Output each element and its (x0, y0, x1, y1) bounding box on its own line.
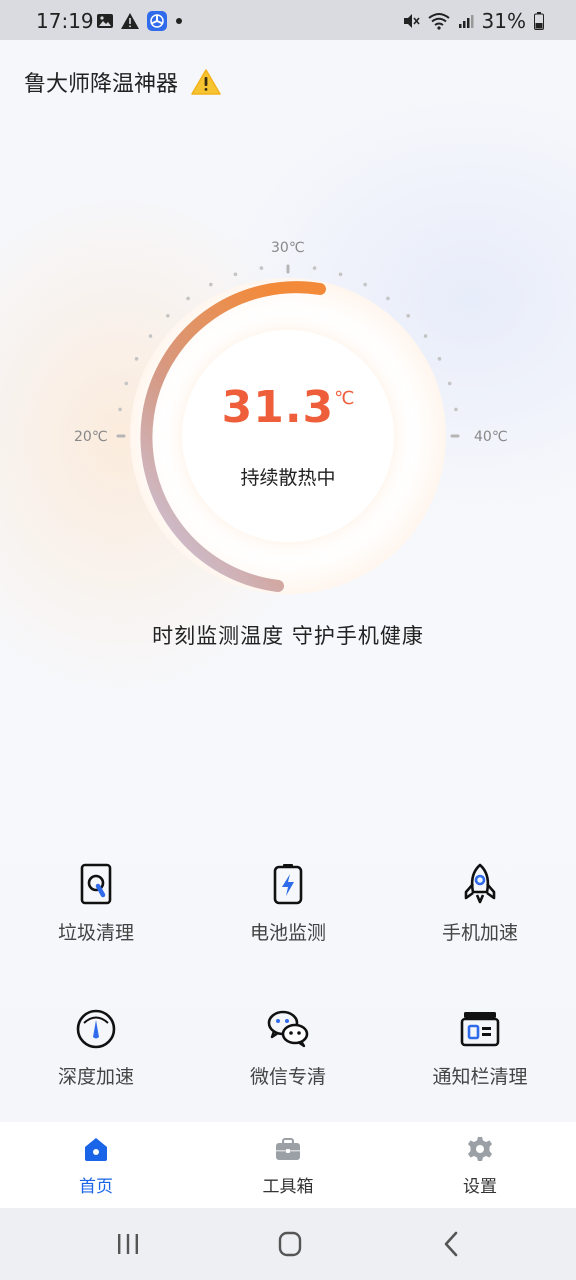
nav-label: 首页 (79, 1177, 113, 1197)
home-icon (85, 1138, 107, 1161)
recent-apps-icon[interactable] (108, 1228, 148, 1260)
tool-trash-clean[interactable]: 垃圾清理 (0, 862, 192, 972)
gauge-center (182, 330, 394, 542)
status-bar: 17:19 31% (0, 0, 576, 40)
app-title: 鲁大师降温神器 (24, 72, 179, 97)
bottom-navigation: 首页 工具箱 设置 (0, 1122, 576, 1208)
home-button-icon[interactable] (270, 1228, 310, 1260)
gauge-tick (148, 334, 153, 338)
nav-label: 工具箱 (262, 1177, 314, 1197)
back-icon[interactable] (432, 1228, 472, 1260)
fan-app-icon (147, 11, 167, 31)
system-navigation-bar (0, 1208, 576, 1280)
status-right-icons: 31% (402, 9, 544, 33)
rocket-icon (464, 863, 496, 904)
tool-deep-boost[interactable]: 深度加速 (0, 1006, 192, 1116)
gauge-tick (209, 282, 213, 287)
gauge-tick (233, 272, 238, 277)
tool-wechat-clean[interactable]: 微信专清 (192, 1006, 384, 1116)
settings-icon (468, 1137, 492, 1161)
tool-label: 微信专清 (249, 1066, 326, 1088)
temperature-value: 31.3 (221, 382, 335, 433)
gauge-tick (165, 313, 170, 318)
gauge-tick (363, 282, 367, 287)
tool-label: 深度加速 (57, 1066, 134, 1088)
trash-clean-icon (80, 863, 112, 905)
tool-label: 手机加速 (441, 922, 518, 944)
tool-label: 垃圾清理 (57, 922, 134, 944)
tool-phone-boost[interactable]: 手机加速 (384, 862, 576, 972)
gauge-tick (259, 266, 264, 270)
temperature-unit: ℃ (334, 388, 355, 409)
notification-bar-icon (460, 1012, 500, 1047)
mute-icon (403, 14, 420, 28)
tick-label-mid: 30℃ (271, 240, 305, 256)
nav-settings[interactable]: 设置 (384, 1122, 576, 1208)
battery-status-icon (534, 12, 544, 30)
alert-triangle-icon (121, 13, 139, 29)
battery-percent: 31% (481, 9, 526, 33)
temperature-readout: 31.3℃ (0, 382, 576, 433)
speedometer-icon (76, 1009, 116, 1049)
battery-icon (273, 864, 303, 905)
tool-label: 电池监测 (249, 922, 326, 944)
tool-battery[interactable]: 电池监测 (192, 862, 384, 972)
status-time: 17:19 (36, 9, 94, 33)
gauge-tick (437, 357, 442, 361)
app-header: 鲁大师降温神器 (24, 66, 222, 98)
signal-icon (458, 15, 474, 28)
tool-notification-clean[interactable]: 通知栏清理 (384, 1006, 576, 1116)
toolbox-icon (276, 1138, 300, 1160)
gauge-tick (423, 334, 428, 338)
nav-label: 设置 (463, 1177, 497, 1197)
wifi-icon (427, 13, 450, 30)
cooling-status: 持续散热中 (240, 467, 336, 489)
tool-label: 通知栏清理 (432, 1066, 528, 1088)
nav-home[interactable]: 首页 (0, 1122, 192, 1208)
warning-icon[interactable] (190, 68, 222, 96)
nav-toolbox[interactable]: 工具箱 (192, 1122, 384, 1208)
slogan: 时刻监测温度 守护手机健康 (152, 624, 424, 648)
gauge-tick (312, 266, 317, 270)
status-notification-icons (96, 11, 184, 31)
gauge-tick (406, 313, 411, 318)
gallery-icon (97, 14, 113, 28)
dot-icon (176, 18, 182, 24)
gauge-tick (134, 357, 139, 361)
gauge-tick (386, 296, 390, 301)
gauge-tick (186, 296, 190, 301)
wechat-icon (267, 1010, 309, 1048)
gauge-tick (338, 272, 343, 277)
